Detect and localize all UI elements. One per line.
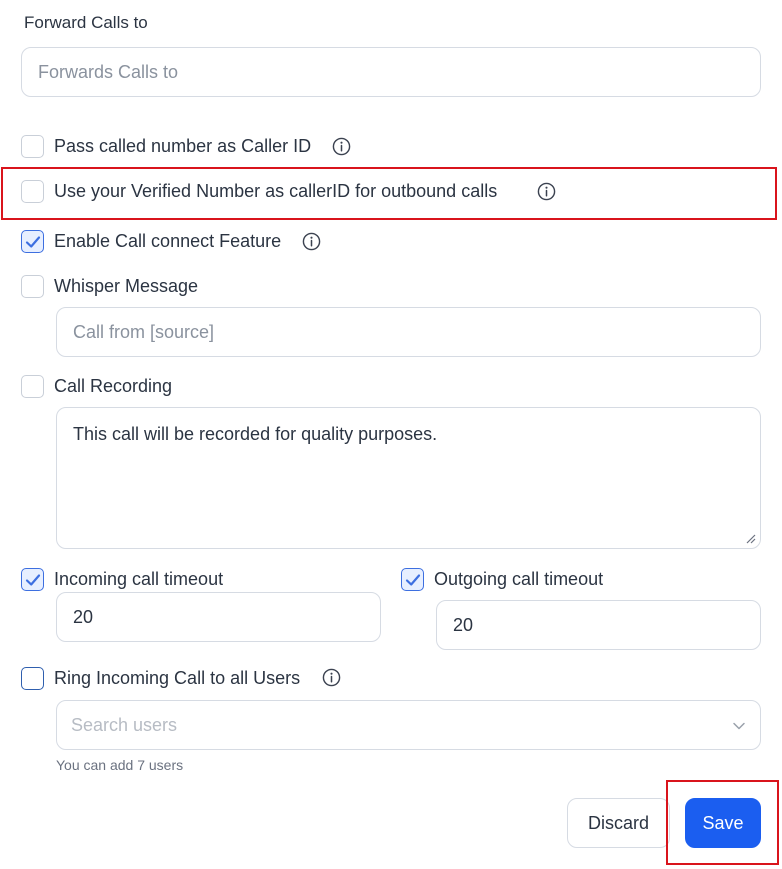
whisper-message-checkbox[interactable] xyxy=(21,275,44,298)
incoming-timeout-checkbox[interactable] xyxy=(21,568,44,591)
forward-calls-input[interactable]: Forwards Calls to xyxy=(21,47,761,97)
forward-calls-placeholder: Forwards Calls to xyxy=(38,61,179,82)
ring-all-users-label: Ring Incoming Call to all Users xyxy=(54,668,301,688)
call-recording-checkbox[interactable] xyxy=(21,375,44,398)
whisper-message-label: Whisper Message xyxy=(54,276,199,296)
outgoing-timeout-checkbox[interactable] xyxy=(401,568,424,591)
pass-called-number-label: Pass called number as Caller ID xyxy=(54,136,312,156)
info-icon[interactable] xyxy=(322,668,341,687)
incoming-timeout-value: 20 xyxy=(73,606,94,627)
call-recording-label: Call Recording xyxy=(54,376,173,396)
resize-handle-icon[interactable] xyxy=(746,534,756,544)
call-recording-text: This call will be recorded for quality p… xyxy=(73,424,438,444)
incoming-timeout-input[interactable]: 20 xyxy=(56,592,381,642)
info-icon[interactable] xyxy=(302,232,321,251)
verified-number-label: Use your Verified Number as callerID for… xyxy=(54,181,498,201)
outgoing-timeout-input[interactable]: 20 xyxy=(436,600,761,650)
discard-button[interactable]: Discard xyxy=(567,798,670,848)
check-icon xyxy=(405,574,421,586)
whisper-placeholder: Call from [source] xyxy=(73,321,215,342)
check-icon xyxy=(25,574,41,586)
outgoing-timeout-label: Outgoing call timeout xyxy=(434,569,604,589)
save-button[interactable]: Save xyxy=(685,798,761,848)
search-users-placeholder: Search users xyxy=(71,714,178,735)
search-users-select[interactable]: Search users xyxy=(56,700,761,750)
incoming-timeout-label: Incoming call timeout xyxy=(54,569,224,589)
check-icon xyxy=(25,236,41,248)
users-limit-helper: You can add 7 users xyxy=(56,757,184,773)
ring-all-users-checkbox[interactable] xyxy=(21,667,44,690)
call-recording-textarea[interactable]: This call will be recorded for quality p… xyxy=(56,407,761,549)
forward-calls-label: Forward Calls to xyxy=(24,13,148,32)
pass-called-number-checkbox[interactable] xyxy=(21,135,44,158)
call-connect-checkbox[interactable] xyxy=(21,230,44,253)
call-connect-label: Enable Call connect Feature xyxy=(54,231,282,251)
whisper-message-input[interactable]: Call from [source] xyxy=(56,307,761,357)
outgoing-timeout-value: 20 xyxy=(453,614,474,635)
chevron-down-icon xyxy=(733,722,745,730)
info-icon[interactable] xyxy=(537,182,556,201)
info-icon[interactable] xyxy=(332,137,351,156)
verified-number-checkbox[interactable] xyxy=(21,180,44,203)
